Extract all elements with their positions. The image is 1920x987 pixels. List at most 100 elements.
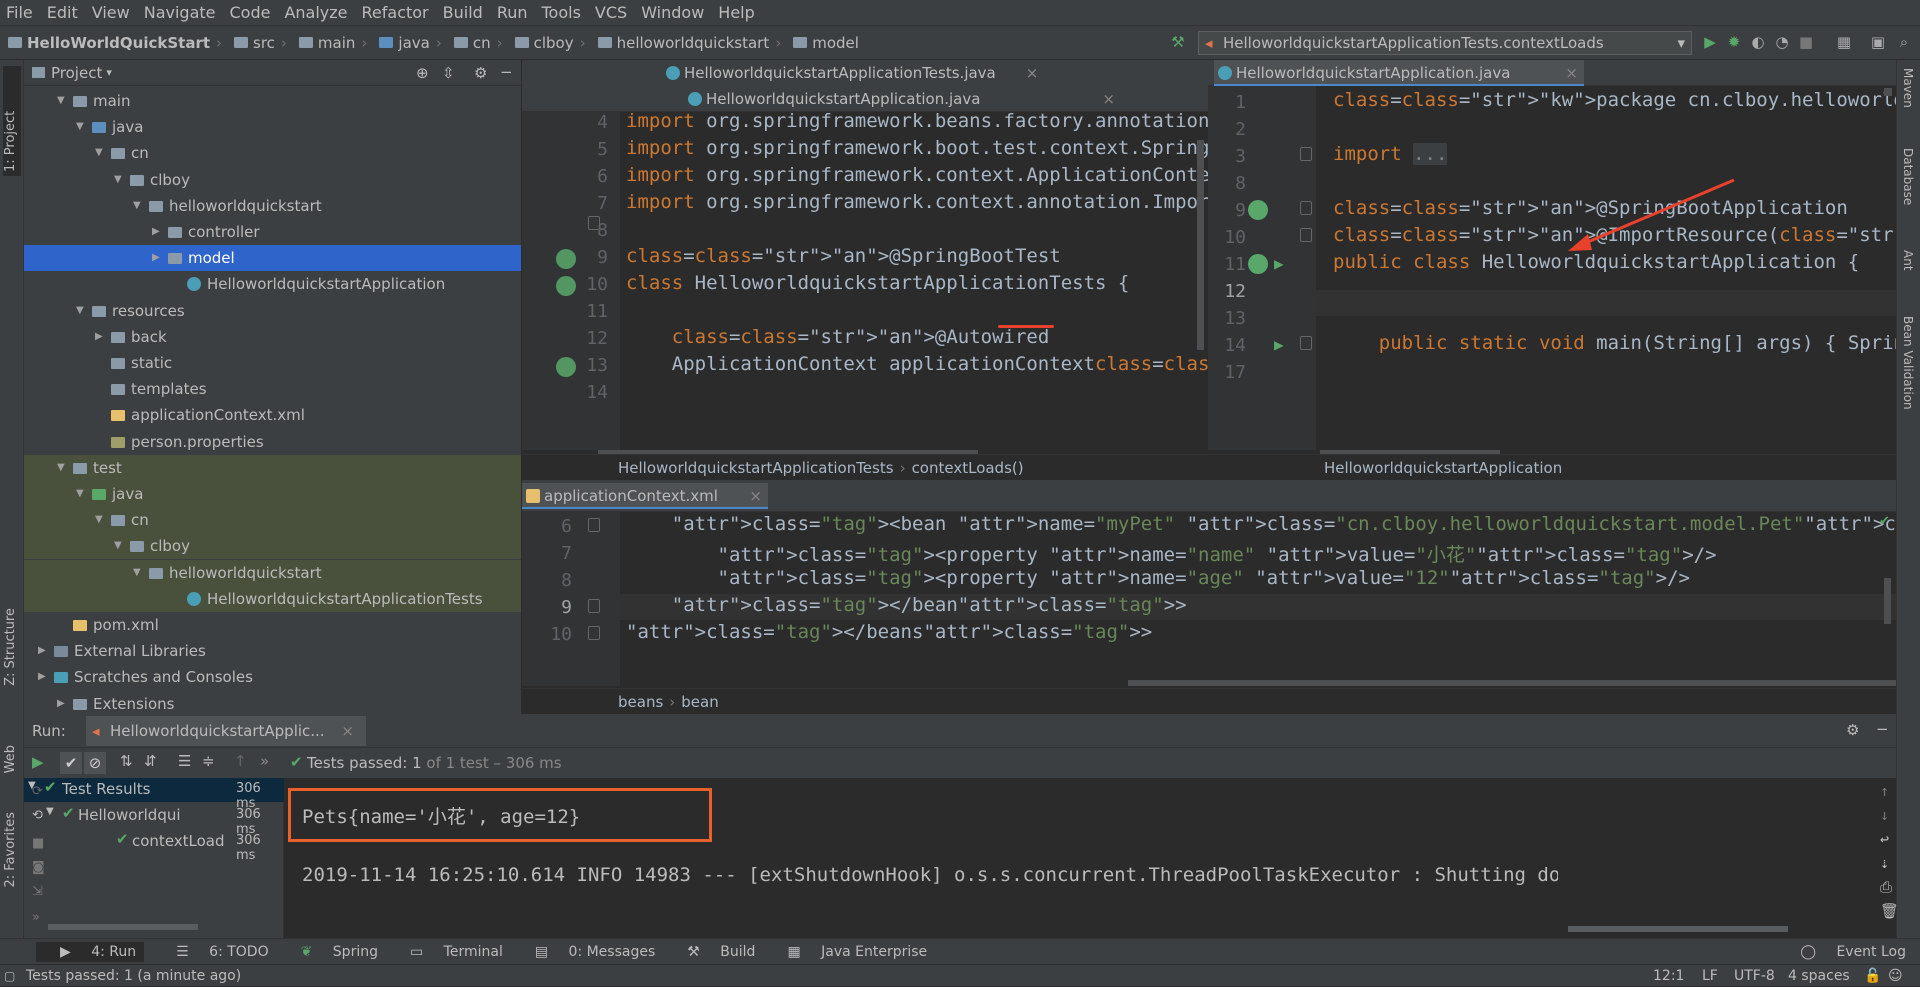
menu-navigate[interactable]: Navigate [138,3,224,22]
status-message[interactable]: Tests passed: 1 (a minute ago) [26,965,241,987]
tool-tab-messages[interactable]: ▤ 0: Messages [519,944,655,960]
collapse-arrow-icon[interactable]: ▼ [114,167,122,193]
tab-application-context-xml[interactable]: applicationContext.xml × [522,483,768,509]
scroll-end-icon[interactable]: ⇣ [1880,854,1889,872]
run-gutter-icon[interactable]: ▶ [1274,335,1284,354]
expand-arrow-icon[interactable]: ▶ [152,219,160,245]
menu-analyze[interactable]: Analyze [278,3,355,22]
menu-run[interactable]: Run [491,3,536,22]
close-icon[interactable]: × [1026,64,1039,82]
horizontal-scrollbar[interactable] [1568,926,1788,932]
expand-all-icon[interactable]: ☰ [178,752,191,770]
fold-icon[interactable] [1300,336,1312,350]
menu-refactor[interactable]: Refactor [356,3,437,22]
project-tool-tab[interactable]: 1: Project [3,66,21,176]
collapse-arrow-icon[interactable]: ▼ [95,507,103,533]
collapse-arrow-icon[interactable]: ▼ [57,88,65,114]
sort-duration-icon[interactable]: ⇵ [144,752,157,770]
show-ignored-icon[interactable]: ⊘ [84,752,106,774]
project-tree-item[interactable]: ▼ cn [24,140,521,166]
search-everywhere-icon[interactable]: ⌕ [1896,34,1912,50]
run-icon[interactable]: ▶ [1702,34,1718,50]
toggle-icon[interactable]: ⟲ [32,808,43,823]
hide-icon[interactable]: − [1876,720,1889,738]
hide-icon[interactable]: − [500,63,513,81]
soft-wrap-icon[interactable]: ↩ [1880,830,1889,848]
breadcrumb-java[interactable]: java › [371,34,445,52]
tool-tab-run[interactable]: ▶ 4: Run [36,941,145,962]
horizontal-scrollbar[interactable] [1128,680,1896,686]
expand-arrow-icon[interactable]: ▼ [46,806,54,817]
project-tree-item[interactable]: ▼ helloworldquickstart [24,559,521,586]
exit-icon[interactable]: ⇲ [32,884,43,899]
breadcrumb-model[interactable]: model [785,34,863,52]
expand-arrow-icon[interactable]: ▶ [38,664,46,690]
expand-arrow-icon[interactable]: ▶ [95,324,103,350]
project-tree-item[interactable]: ▼ cn [24,507,521,534]
collapse-arrow-icon[interactable]: ▼ [133,560,141,586]
collapse-arrow-icon[interactable]: ▼ [114,533,122,559]
run-test-icon[interactable] [556,276,576,296]
run-tab[interactable]: ◂ HelloworldquickstartApplic... × [86,716,366,746]
spring-bean-icon[interactable] [1248,200,1268,220]
build-hammer-icon[interactable]: ⚒ [1170,34,1186,50]
project-tree-item[interactable]: ▼ clboy [24,533,521,560]
tab-application[interactable]: HelloworldquickstartApplication.java × [684,86,1115,112]
project-tree-item[interactable]: ▶ controller [24,219,521,245]
menu-file[interactable]: File [0,3,41,22]
tool-tab-java-enterprise[interactable]: ▦ Java Enterprise [771,944,927,960]
project-tree-item[interactable]: ▼ java [24,114,521,140]
gear-icon[interactable]: ⚙ [1846,721,1859,739]
collapse-arrow-icon[interactable]: ▼ [76,114,84,140]
indent-setting[interactable]: 4 spaces [1788,965,1850,987]
collapse-arrow-icon[interactable]: ▼ [57,455,65,481]
expand-arrow-icon[interactable]: ▶ [152,245,160,271]
test-root[interactable]: Test Results [62,780,150,798]
debug-icon[interactable]: ✹ [1726,34,1742,50]
code-area[interactable]: import org.springframework.beans.factory… [620,112,1208,450]
run-gutter-icon[interactable]: ▶ [1274,254,1284,273]
more-icon[interactable]: » [32,910,40,925]
spring-run-icon[interactable] [1248,254,1268,274]
layout-icon[interactable]: ▣ [1870,34,1886,50]
project-tree-item[interactable]: HelloworldquickstartApplicationTests [24,585,521,612]
project-tree-item[interactable]: pom.xml [24,612,521,638]
stop-icon[interactable]: ■ [1798,34,1814,50]
breadcrumb-cn[interactable]: cn › [446,34,507,52]
vertical-scrollbar[interactable] [1197,140,1204,350]
project-tree-item[interactable]: ▼ java [24,481,521,507]
code-area[interactable]: "attr">class="tag"><bean "attr">name="my… [620,512,1896,686]
fold-icon[interactable] [588,216,600,230]
line-separator[interactable]: LF [1702,965,1718,987]
collapse-icon[interactable]: ⇳ [442,64,455,82]
status-toggle-icon[interactable]: ▢ [4,965,15,987]
menu-vcs[interactable]: VCS [589,3,635,22]
test-method[interactable]: contextLoad [132,832,232,850]
menu-window[interactable]: Window [635,3,712,22]
database-tool-tab[interactable]: Database [1901,148,1915,205]
sort-alpha-icon[interactable]: ⇅ [120,752,133,770]
menu-build[interactable]: Build [437,3,491,22]
tool-tab-terminal[interactable]: ▭ Terminal [394,944,503,960]
scroll-up-icon[interactable]: ↑ [1880,782,1889,800]
project-view-selector[interactable]: Project [51,64,102,82]
run-config-dropdown[interactable]: ◂ HelloworldquickstartApplicationTests.c… [1198,31,1692,55]
menu-view[interactable]: View [86,3,138,22]
ant-tool-tab[interactable]: Ant [1901,250,1915,271]
breadcrumb-project[interactable]: HelloWorldQuickStart › [0,34,226,52]
fold-icon[interactable] [588,518,600,532]
coverage-icon[interactable]: ◐ [1750,34,1766,50]
rerun-icon[interactable]: ▶ [32,753,44,771]
file-encoding[interactable]: UTF-8 [1734,965,1775,987]
vertical-scrollbar[interactable] [1884,578,1891,624]
close-icon[interactable]: × [1565,60,1578,86]
tab-application-active[interactable]: HelloworldquickstartApplication.java × [1214,60,1584,86]
gear-icon[interactable]: ⚙ [474,64,487,82]
fold-icon[interactable] [1300,228,1312,242]
project-tree-item[interactable]: applicationContext.xml [24,402,521,428]
project-tree-item[interactable]: ▶ model [24,245,521,272]
project-tree-item[interactable]: templates [24,376,521,402]
close-icon[interactable]: × [749,483,762,509]
close-icon[interactable]: × [1102,90,1115,108]
breadcrumb-main[interactable]: main › [291,34,371,52]
